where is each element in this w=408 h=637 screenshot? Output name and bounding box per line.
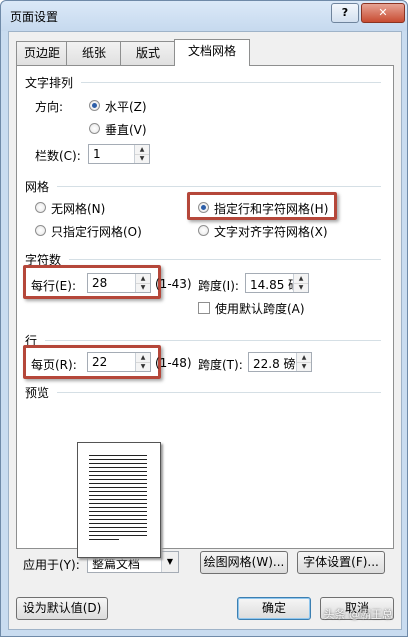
section-text-arrangement: 文字排列 <box>25 76 74 90</box>
ok-button[interactable]: 确定 <box>237 597 311 620</box>
divider <box>69 259 381 260</box>
divider <box>81 82 381 83</box>
vertical-label: 垂直(V) <box>105 123 147 137</box>
divider <box>57 186 381 187</box>
chars-per-line-value: 28 <box>92 276 108 290</box>
preview-line <box>89 499 147 500</box>
watermark: 头条 @霸王总 <box>323 608 394 621</box>
lines-only-label: 只指定行网格(O) <box>51 225 142 239</box>
no-grid-radio[interactable] <box>35 202 46 213</box>
chars-per-line-label: 每行(E): <box>31 279 76 293</box>
char-pitch-label: 跨度(I): <box>198 279 239 293</box>
preview-line <box>89 523 147 524</box>
preview-line <box>89 531 147 532</box>
tab-margins[interactable]: 页边距 <box>16 41 68 65</box>
preview-line <box>89 475 147 476</box>
document-grid-panel: 文字排列 方向: 水平(Z) 垂直(V) 栏数(C): 1 ▲ ▼ 网格 无网格(… <box>16 65 394 558</box>
snap-to-chars-label: 文字对齐字符网格(X) <box>214 225 328 239</box>
preview-line <box>89 491 147 492</box>
preview-line <box>89 463 147 464</box>
tab-paper[interactable]: 纸张 <box>66 41 122 65</box>
char-pitch-spinner[interactable]: 14.85 磅 ▲ ▼ <box>245 273 309 293</box>
horizontal-label: 水平(Z) <box>105 100 147 114</box>
lines-per-page-value: 22 <box>92 355 108 369</box>
preview-line <box>89 503 147 504</box>
preview-line <box>89 539 119 540</box>
lines-per-page-spinner[interactable]: 22 ▲ ▼ <box>87 352 151 372</box>
chars-per-line-spinner[interactable]: 28 ▲ ▼ <box>87 273 151 293</box>
preview-line <box>89 483 147 484</box>
close-icon: ✕ <box>378 6 388 19</box>
line-pitch-spinner[interactable]: 22.8 磅 ▲ ▼ <box>248 352 312 372</box>
section-grid: 网格 <box>25 180 50 194</box>
preview-line <box>89 467 147 468</box>
preview-line <box>89 487 147 488</box>
columns-value: 1 <box>93 147 101 161</box>
apply-to-label: 应用于(Y): <box>23 558 80 572</box>
section-preview: 预览 <box>25 386 50 400</box>
use-default-pitch-label: 使用默认跨度(A) <box>215 302 305 316</box>
preview-line <box>89 527 147 528</box>
preview-line <box>89 507 147 508</box>
direction-label: 方向: <box>35 100 64 114</box>
preview-line <box>89 535 147 536</box>
preview-line <box>89 471 147 472</box>
preview-line <box>89 479 147 480</box>
lines-and-chars-radio[interactable] <box>198 202 209 213</box>
close-button[interactable]: ✕ <box>361 3 405 23</box>
preview-line <box>89 519 147 520</box>
dropdown-arrow-icon[interactable]: ▼ <box>161 552 178 572</box>
preview-line <box>89 515 147 516</box>
no-grid-label: 无网格(N) <box>51 202 106 216</box>
preview-line <box>89 459 147 460</box>
spin-down-icon[interactable]: ▼ <box>294 283 308 292</box>
font-settings-button[interactable]: 字体设置(F)... <box>297 551 385 574</box>
draw-grid-button[interactable]: 绘图网格(W)... <box>200 551 288 574</box>
columns-label: 栏数(C): <box>35 149 81 163</box>
lines-and-chars-label: 指定行和字符网格(H) <box>214 202 329 216</box>
lines-only-radio[interactable] <box>35 225 46 236</box>
page-preview <box>77 442 161 558</box>
preview-line <box>89 455 147 456</box>
dialog-title: 页面设置 <box>10 10 59 24</box>
spin-down-icon[interactable]: ▼ <box>136 283 150 292</box>
divider <box>57 392 381 393</box>
title-bar: 页面设置 ? ✕ <box>1 1 407 31</box>
columns-spinner[interactable]: 1 ▲ ▼ <box>88 144 150 164</box>
spin-down-icon[interactable]: ▼ <box>135 154 149 163</box>
line-pitch-label: 跨度(T): <box>198 358 243 372</box>
set-default-button[interactable]: 设为默认值(D) <box>16 597 108 620</box>
preview-line <box>89 511 147 512</box>
lines-per-page-label: 每页(R): <box>31 358 77 372</box>
vertical-radio[interactable] <box>89 123 100 134</box>
use-default-pitch-checkbox[interactable] <box>198 302 210 314</box>
tab-document-grid[interactable]: 文档网格 <box>174 39 250 66</box>
tab-layout[interactable]: 版式 <box>120 41 176 65</box>
horizontal-radio[interactable] <box>89 100 100 111</box>
divider <box>45 340 381 341</box>
chars-range: (1-43) <box>155 277 192 291</box>
line-pitch-value: 22.8 磅 <box>253 357 296 371</box>
dialog-client: 页边距 纸张 版式 文档网格 文字排列 方向: 水平(Z) 垂直(V) 栏数(C… <box>8 31 402 630</box>
page-setup-dialog: 页面设置 ? ✕ 页边距 纸张 版式 文档网格 文字排列 方向: 水平(Z) 垂… <box>0 0 408 637</box>
preview-line <box>89 495 147 496</box>
spin-down-icon[interactable]: ▼ <box>136 362 150 371</box>
help-button[interactable]: ? <box>331 3 359 23</box>
lines-range: (1-48) <box>155 356 192 370</box>
snap-to-chars-radio[interactable] <box>198 225 209 236</box>
spin-down-icon[interactable]: ▼ <box>297 362 311 371</box>
